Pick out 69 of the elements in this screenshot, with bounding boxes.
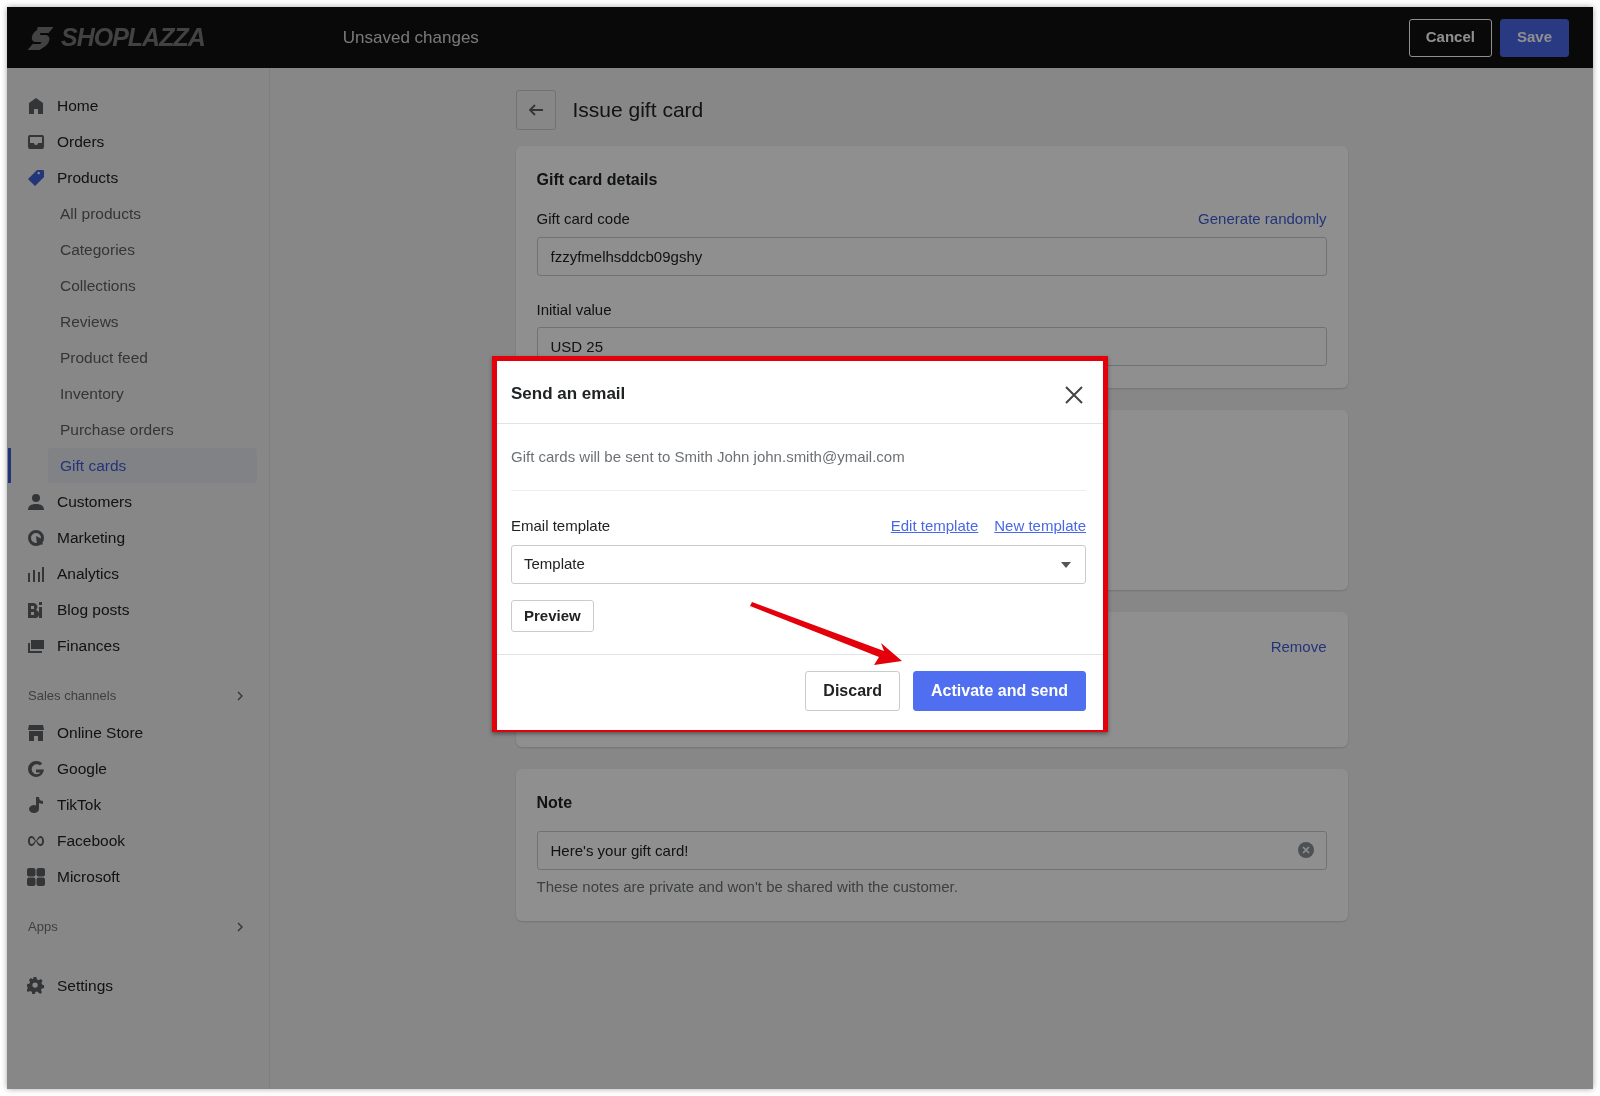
logo-icon <box>27 24 53 51</box>
section-heading: Apps <box>28 918 58 937</box>
remove-link[interactable]: Remove <box>1270 636 1327 656</box>
sidebar-item[interactable]: Customers <box>23 484 257 519</box>
back-button[interactable] <box>515 90 556 130</box>
sidebar-item[interactable]: Blog posts <box>23 592 257 627</box>
preview-button[interactable]: Preview <box>511 600 594 632</box>
page-title: Issue gift card <box>572 97 704 123</box>
field-label: Email template <box>511 515 611 536</box>
close-icon <box>1063 383 1085 406</box>
section-heading: Sales channels <box>28 687 117 706</box>
gear-icon <box>27 976 45 995</box>
help-text: These notes are private and won't be shared with the customer. <box>536 877 959 897</box>
tray-icon <box>27 132 45 151</box>
four-squares-icon <box>27 867 45 886</box>
sidebar-subitem[interactable]: Inventory <box>48 376 257 411</box>
input-field[interactable]: fzzyfmelhsddcb09gshy <box>536 236 1327 276</box>
card-title: Note <box>536 793 574 813</box>
home-icon <box>27 96 45 115</box>
logo-text: SHOPLAZZA <box>61 21 205 53</box>
sidebar-subitem[interactable]: Product feed <box>48 340 257 375</box>
sidebar-item[interactable]: Finances <box>23 628 257 663</box>
sidebar-subitem[interactable]: Reviews <box>48 304 257 339</box>
sidebar-item[interactable]: Products <box>23 160 257 195</box>
field-label: Gift card code <box>536 209 630 229</box>
sidebar-item[interactable]: Facebook <box>23 823 257 858</box>
sidebar-subitem[interactable]: Collections <box>48 268 257 303</box>
recipient-message: Gift cards will be sent to Smith John john.smith@ymail.com <box>511 446 1086 491</box>
sidebar-item[interactable]: Analytics <box>23 556 257 591</box>
g-letter-icon <box>27 759 45 778</box>
clear-icon <box>1297 842 1314 858</box>
caret-icon <box>1061 561 1071 568</box>
sidebar-item[interactable]: Orders <box>23 124 257 159</box>
sidebar-item[interactable]: Settings <box>23 968 257 1003</box>
sidebar-item[interactable]: TikTok <box>23 787 257 822</box>
expand-button[interactable] <box>235 691 245 701</box>
sidebar-item[interactable]: Marketing <box>23 520 257 555</box>
selection-indicator <box>8 448 11 483</box>
template-link[interactable]: Edit template <box>890 514 979 537</box>
bar-chart-icon <box>27 564 45 583</box>
expand-button[interactable] <box>235 922 245 932</box>
sidebar-item[interactable]: Microsoft <box>23 859 257 894</box>
save-button[interactable]: Save <box>1499 18 1569 57</box>
document-icon <box>27 600 45 619</box>
storefront-icon <box>27 723 45 742</box>
template-link[interactable]: New template <box>994 514 1086 537</box>
sidebar-item[interactable]: Home <box>23 88 257 123</box>
sidebar-subitem[interactable]: Gift cards <box>48 448 257 483</box>
person-icon <box>27 492 45 511</box>
sidebar-item[interactable]: Online Store <box>23 715 257 750</box>
generate-link[interactable]: Generate randomly <box>1198 208 1327 231</box>
sidebar-item[interactable]: Google <box>23 751 257 786</box>
unsaved-status: Unsaved changes <box>342 26 479 49</box>
dialog-title: Send an email <box>511 382 626 405</box>
sidebar-subitem[interactable]: Categories <box>48 232 257 267</box>
cancel-button[interactable]: Cancel <box>1408 18 1492 57</box>
tag-icon <box>27 168 45 187</box>
discard-button[interactable]: Discard <box>805 671 901 711</box>
activate-button[interactable]: Activate and send <box>913 671 1086 711</box>
template-select[interactable]: Template <box>511 545 1086 584</box>
note-field[interactable]: Here's your gift card! <box>536 831 1327 870</box>
target-icon <box>27 528 45 547</box>
sidebar-subitem[interactable]: All products <box>48 196 257 231</box>
card-title: Gift card details <box>536 170 659 190</box>
field-label: Initial value <box>536 299 612 320</box>
sidebar-subitem[interactable]: Purchase orders <box>48 412 257 447</box>
chevron-right-icon <box>235 691 245 701</box>
music-note-icon <box>27 795 45 814</box>
chevron-right-icon <box>235 922 245 932</box>
